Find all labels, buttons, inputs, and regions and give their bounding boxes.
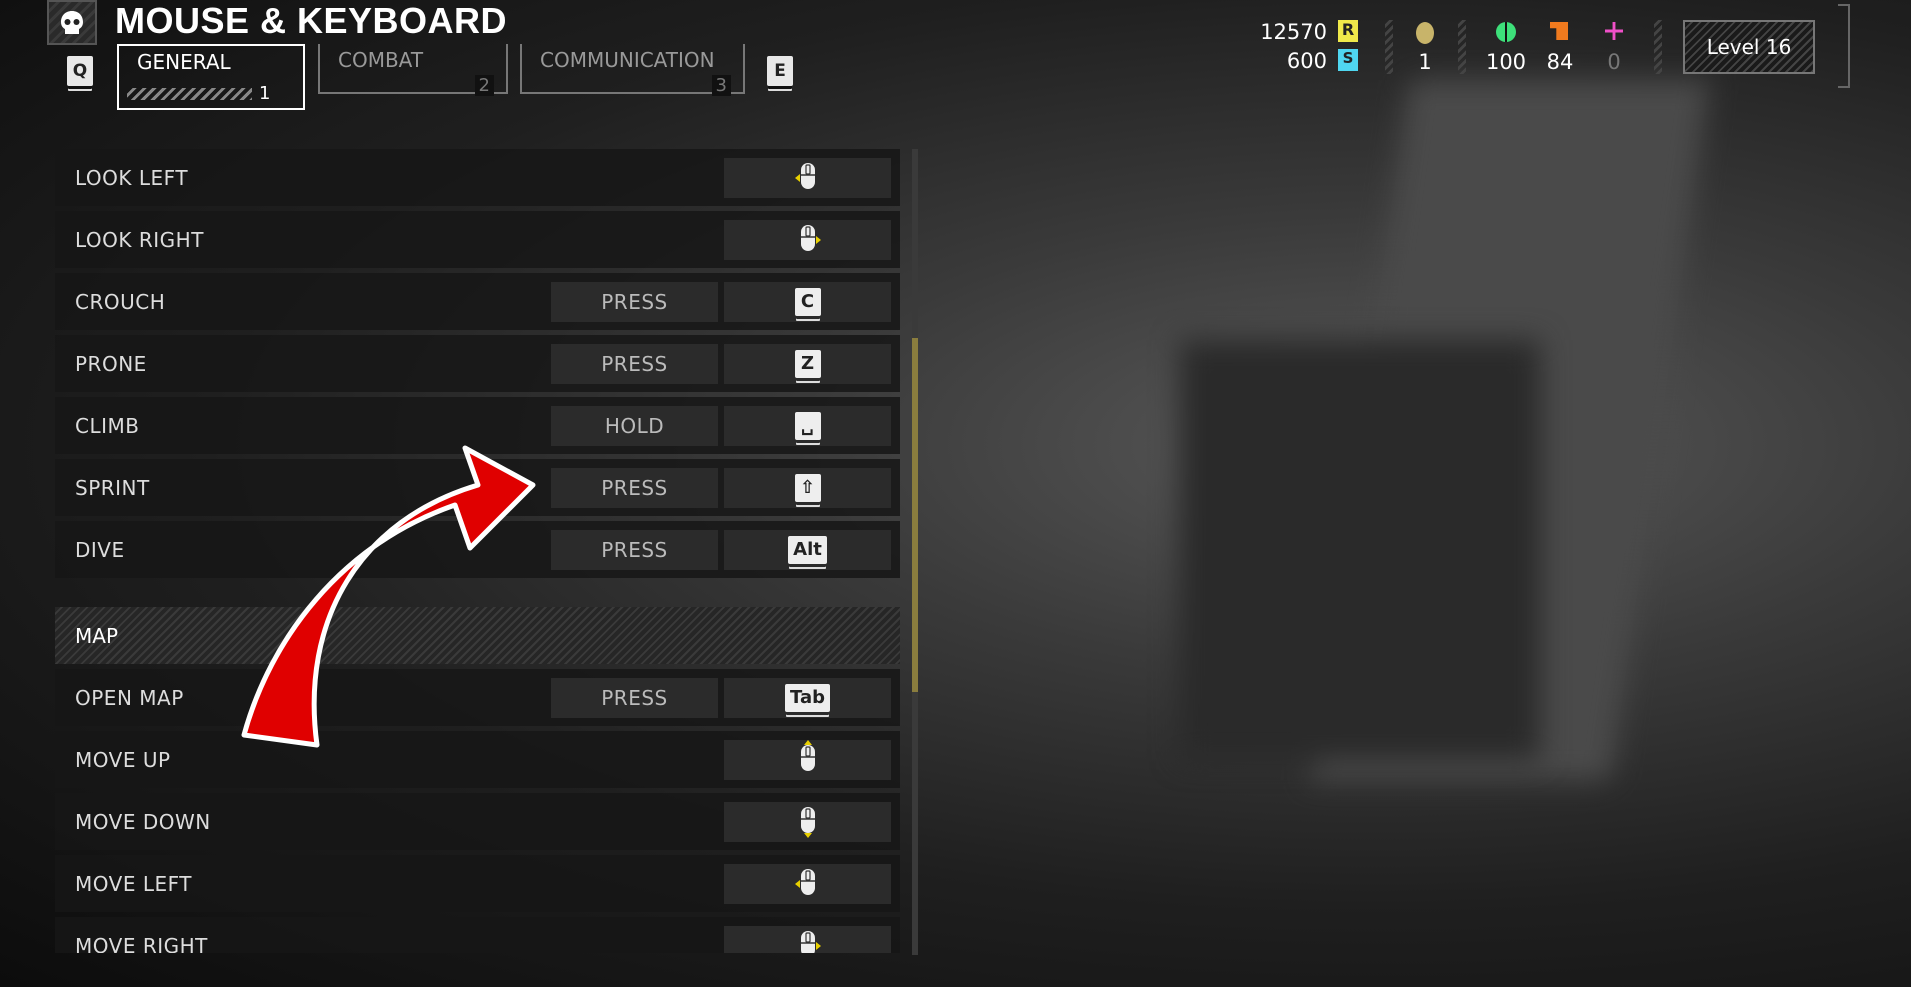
red-arrow-annotation [241, 445, 536, 748]
